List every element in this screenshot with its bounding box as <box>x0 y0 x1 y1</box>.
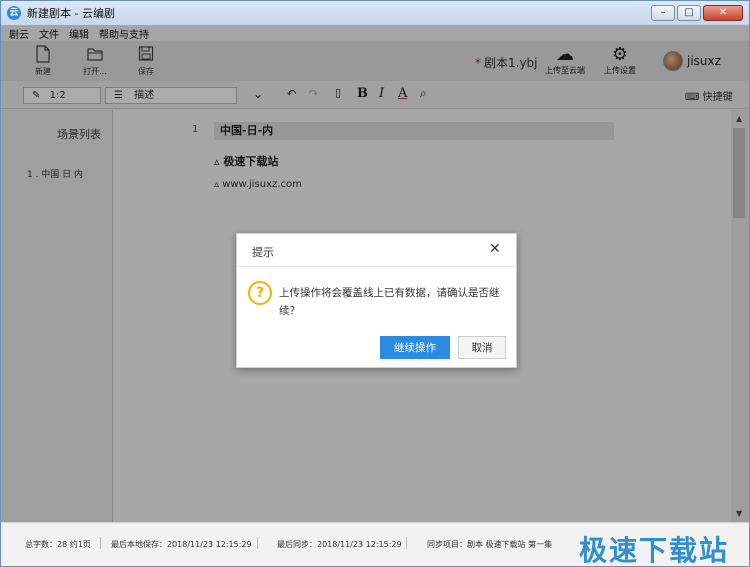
continue-button[interactable]: 继续操作 <box>380 336 450 359</box>
minimize-button[interactable]: – <box>651 5 675 21</box>
last-local-save: 最后本地保存：2018/11/23 12:15:29 <box>111 540 252 549</box>
status-divider <box>257 537 258 549</box>
dialog-title: 提示 <box>252 246 274 259</box>
cancel-button[interactable]: 取消 <box>458 336 506 359</box>
maximize-button[interactable]: □ <box>677 5 701 21</box>
question-icon: ? <box>248 281 272 305</box>
status-divider <box>100 537 101 549</box>
word-count: 总字数：28 约1页 <box>25 540 91 549</box>
dialog-header: 提示 ✕ <box>237 234 516 267</box>
close-window-button[interactable]: ✕ <box>703 5 743 21</box>
last-sync: 最后同步：2018/11/23 12:15:29 <box>277 540 402 549</box>
status-bar: 总字数：28 约1页 最后本地保存：2018/11/23 12:15:29 最后… <box>1 522 749 567</box>
close-icon[interactable]: ✕ <box>489 241 501 257</box>
window-title: 新建剧本 - 云编剧 <box>27 7 115 20</box>
watermark: 极速下载站 <box>579 534 730 567</box>
status-divider <box>406 537 407 549</box>
dialog-message: 上传操作将会覆盖线上已有数据，请确认是否继续？ <box>279 287 500 317</box>
title-bar: 云 新建剧本 - 云编剧 – □ ✕ <box>1 1 749 25</box>
app-window: 云 新建剧本 - 云编剧 – □ ✕ 剧云 文件 编辑 帮助与支持 新建 打开.… <box>0 0 750 567</box>
window-controls: – □ ✕ <box>651 5 743 21</box>
app-logo-icon: 云 <box>7 6 21 20</box>
sync-item: 同步项目：剧本 极速下载站 第一集 <box>427 540 553 549</box>
confirm-dialog: 提示 ✕ ? 上传操作将会覆盖线上已有数据，请确认是否继续？ 继续操作 取消 <box>236 233 517 368</box>
